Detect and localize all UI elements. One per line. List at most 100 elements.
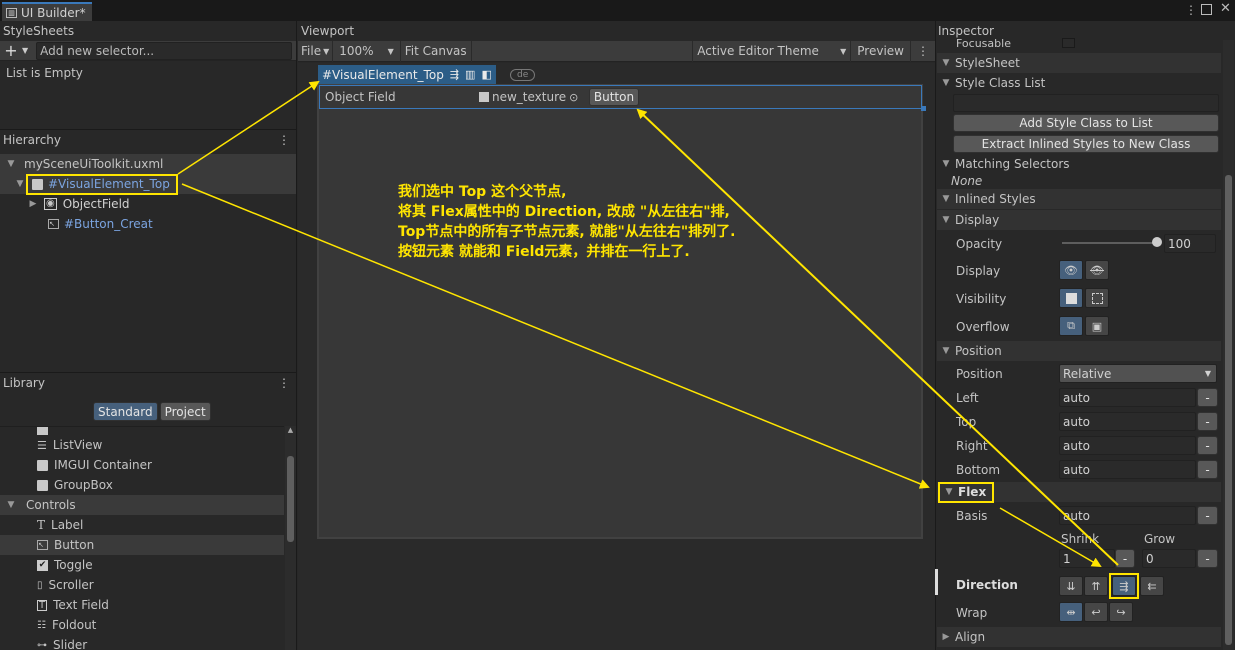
left-unit-button[interactable]: - bbox=[1197, 388, 1218, 407]
preview-button[interactable]: Preview bbox=[850, 40, 910, 62]
overflow-hidden-icon[interactable]: ▣ bbox=[1085, 316, 1109, 336]
expand-arrow-icon[interactable]: ▼ bbox=[937, 215, 955, 225]
row-direction-icon[interactable]: ⇶ bbox=[1112, 576, 1136, 596]
scroll-up-icon[interactable]: ▲ bbox=[285, 426, 296, 434]
wrap-reverse-icon[interactable]: ↪ bbox=[1109, 602, 1133, 622]
opacity-input[interactable]: 100 bbox=[1164, 234, 1216, 253]
hierarchy-item-objectfield[interactable]: ▶ ◉ ObjectField bbox=[0, 194, 296, 214]
align-section[interactable]: ▶ Align bbox=[937, 627, 1221, 647]
hierarchy-file-row[interactable]: ▼ mySceneUiToolkit.uxml bbox=[0, 154, 296, 174]
visual-element-top-preview[interactable]: Object Field new_texture ⊙ Button bbox=[319, 85, 922, 109]
selector-input[interactable]: Add new selector... bbox=[36, 41, 293, 60]
expand-arrow-icon[interactable]: ▼ bbox=[14, 179, 26, 189]
visible-icon[interactable] bbox=[1059, 288, 1083, 308]
extract-inline-button[interactable]: Extract Inlined Styles to New Class bbox=[953, 135, 1219, 153]
list-item[interactable]: ⊶ Slider bbox=[0, 635, 284, 650]
expand-arrow-icon[interactable]: ▼ bbox=[937, 58, 955, 68]
list-item[interactable]: GroupBox bbox=[0, 475, 284, 495]
collapse-arrow-icon[interactable]: ▶ bbox=[28, 199, 38, 209]
tab-standard[interactable]: Standard bbox=[93, 402, 158, 421]
right-input[interactable]: auto bbox=[1059, 436, 1196, 455]
resize-handle[interactable] bbox=[921, 106, 926, 111]
add-dropdown-icon[interactable]: ▼ bbox=[22, 46, 28, 55]
right-unit-button[interactable]: - bbox=[1197, 436, 1218, 455]
position-section[interactable]: ▼ Position bbox=[937, 341, 1221, 361]
wrap-icon[interactable]: ◧ bbox=[481, 68, 491, 81]
list-item[interactable]: ☰ ListView bbox=[0, 435, 284, 455]
close-icon[interactable]: ✕ bbox=[1220, 1, 1231, 16]
object-picker-icon[interactable]: ⊙ bbox=[569, 91, 578, 104]
left-input[interactable]: auto bbox=[1059, 388, 1196, 407]
list-item[interactable]: IMGUI Container bbox=[0, 455, 284, 475]
add-style-class-button[interactable]: Add Style Class to List bbox=[953, 114, 1219, 132]
list-item[interactable]: ▯ Scroller bbox=[0, 575, 284, 595]
hierarchy-menu-icon[interactable]: ⋮ bbox=[278, 133, 290, 147]
no-wrap-icon[interactable]: ⇹ bbox=[1059, 602, 1083, 622]
basis-unit-button[interactable]: - bbox=[1197, 506, 1218, 525]
row-reverse-icon[interactable]: ⇇ bbox=[1140, 576, 1164, 596]
opacity-slider-track[interactable] bbox=[1062, 242, 1156, 244]
fit-canvas-button[interactable]: Fit Canvas bbox=[401, 40, 472, 62]
ui-builder-tab[interactable]: ▥ UI Builder* bbox=[2, 2, 92, 21]
grow-input[interactable]: 0 bbox=[1142, 549, 1196, 568]
zoom-menu[interactable]: 100% ▼ bbox=[333, 40, 401, 62]
basis-input[interactable]: auto bbox=[1059, 506, 1196, 525]
theme-dropdown[interactable]: Active Editor Theme ▼ bbox=[692, 40, 850, 62]
matching-selectors-row[interactable]: ▼ Matching Selectors bbox=[937, 154, 1070, 174]
grow-unit-button[interactable]: - bbox=[1197, 549, 1218, 568]
expand-arrow-icon[interactable]: ▼ bbox=[937, 346, 955, 356]
hierarchy-item-visualelement-top[interactable]: ▼ #VisualElement_Top bbox=[0, 173, 296, 195]
expand-arrow-icon[interactable]: ▼ bbox=[4, 159, 18, 169]
shrink-input[interactable]: 1 bbox=[1059, 549, 1115, 568]
wrap-icon[interactable]: ↩ bbox=[1084, 602, 1108, 622]
expand-arrow-icon[interactable]: ▼ bbox=[940, 487, 958, 497]
scroll-thumb[interactable] bbox=[1225, 175, 1232, 645]
library-scrollbar[interactable]: ▲ bbox=[285, 426, 296, 650]
opacity-slider-thumb[interactable] bbox=[1152, 237, 1162, 247]
tab-project[interactable]: Project bbox=[159, 402, 211, 421]
list-item[interactable]: T Label bbox=[0, 515, 284, 535]
list-item[interactable]: ↖ Button bbox=[0, 535, 284, 555]
expand-arrow-icon[interactable]: ▼ bbox=[937, 78, 955, 88]
more-options-icon[interactable]: ⋮ bbox=[1185, 3, 1197, 17]
list-item[interactable] bbox=[0, 427, 284, 435]
hierarchy-item-button-creat[interactable]: ↖ #Button_Creat bbox=[0, 214, 296, 234]
display-section[interactable]: ▼ Display bbox=[937, 210, 1221, 230]
add-icon[interactable]: + bbox=[0, 41, 22, 60]
maximize-icon[interactable] bbox=[1201, 4, 1212, 15]
overflow-visible-icon[interactable]: ⧉ bbox=[1059, 316, 1083, 336]
position-dropdown[interactable]: Relative ▼ bbox=[1059, 364, 1217, 383]
row-direction-icon[interactable]: ⇶ bbox=[450, 68, 459, 81]
object-field-input[interactable]: new_texture ⊙ bbox=[479, 88, 583, 106]
focusable-checkbox[interactable] bbox=[1062, 38, 1075, 48]
inlined-styles-section[interactable]: ▼ Inlined Styles bbox=[937, 189, 1221, 209]
canvas-button[interactable]: Button bbox=[589, 88, 639, 106]
bottom-input[interactable]: auto bbox=[1059, 460, 1196, 479]
inspector-scrollbar[interactable] bbox=[1223, 40, 1234, 650]
column-reverse-icon[interactable]: ⇈ bbox=[1084, 576, 1108, 596]
list-item[interactable]: ☷ Foldout bbox=[0, 615, 284, 635]
expand-arrow-icon[interactable]: ▼ bbox=[937, 159, 955, 169]
bottom-unit-button[interactable]: - bbox=[1197, 460, 1218, 479]
expand-arrow-icon[interactable]: ▶ bbox=[937, 632, 955, 642]
scroll-thumb[interactable] bbox=[287, 456, 294, 542]
style-class-input[interactable] bbox=[953, 94, 1219, 112]
selected-element-tag[interactable]: #VisualElement_Top ⇶ ▥ ◧ bbox=[318, 65, 496, 84]
expand-arrow-icon[interactable]: ▼ bbox=[937, 194, 955, 204]
controls-category[interactable]: ▼ Controls bbox=[0, 495, 284, 515]
file-menu[interactable]: File ▼ bbox=[298, 40, 334, 62]
top-unit-button[interactable]: - bbox=[1197, 412, 1218, 431]
stylesheet-section[interactable]: ▼ StyleSheet bbox=[937, 53, 1221, 73]
expand-arrow-icon[interactable]: ▼ bbox=[2, 500, 20, 510]
column-icon[interactable]: ▥ bbox=[465, 68, 475, 81]
shrink-unit-button[interactable]: - bbox=[1115, 549, 1135, 568]
list-item[interactable]: T Text Field bbox=[0, 595, 284, 615]
hidden-icon[interactable] bbox=[1085, 288, 1109, 308]
canvas[interactable] bbox=[317, 84, 923, 539]
flex-section[interactable]: ▼ Flex bbox=[937, 481, 1221, 503]
library-menu-icon[interactable]: ⋮ bbox=[278, 376, 290, 390]
viewport-menu-icon[interactable]: ⋮ bbox=[910, 40, 935, 62]
list-item[interactable]: ✔ Toggle bbox=[0, 555, 284, 575]
top-input[interactable]: auto bbox=[1059, 412, 1196, 431]
column-direction-icon[interactable]: ⇊ bbox=[1059, 576, 1083, 596]
